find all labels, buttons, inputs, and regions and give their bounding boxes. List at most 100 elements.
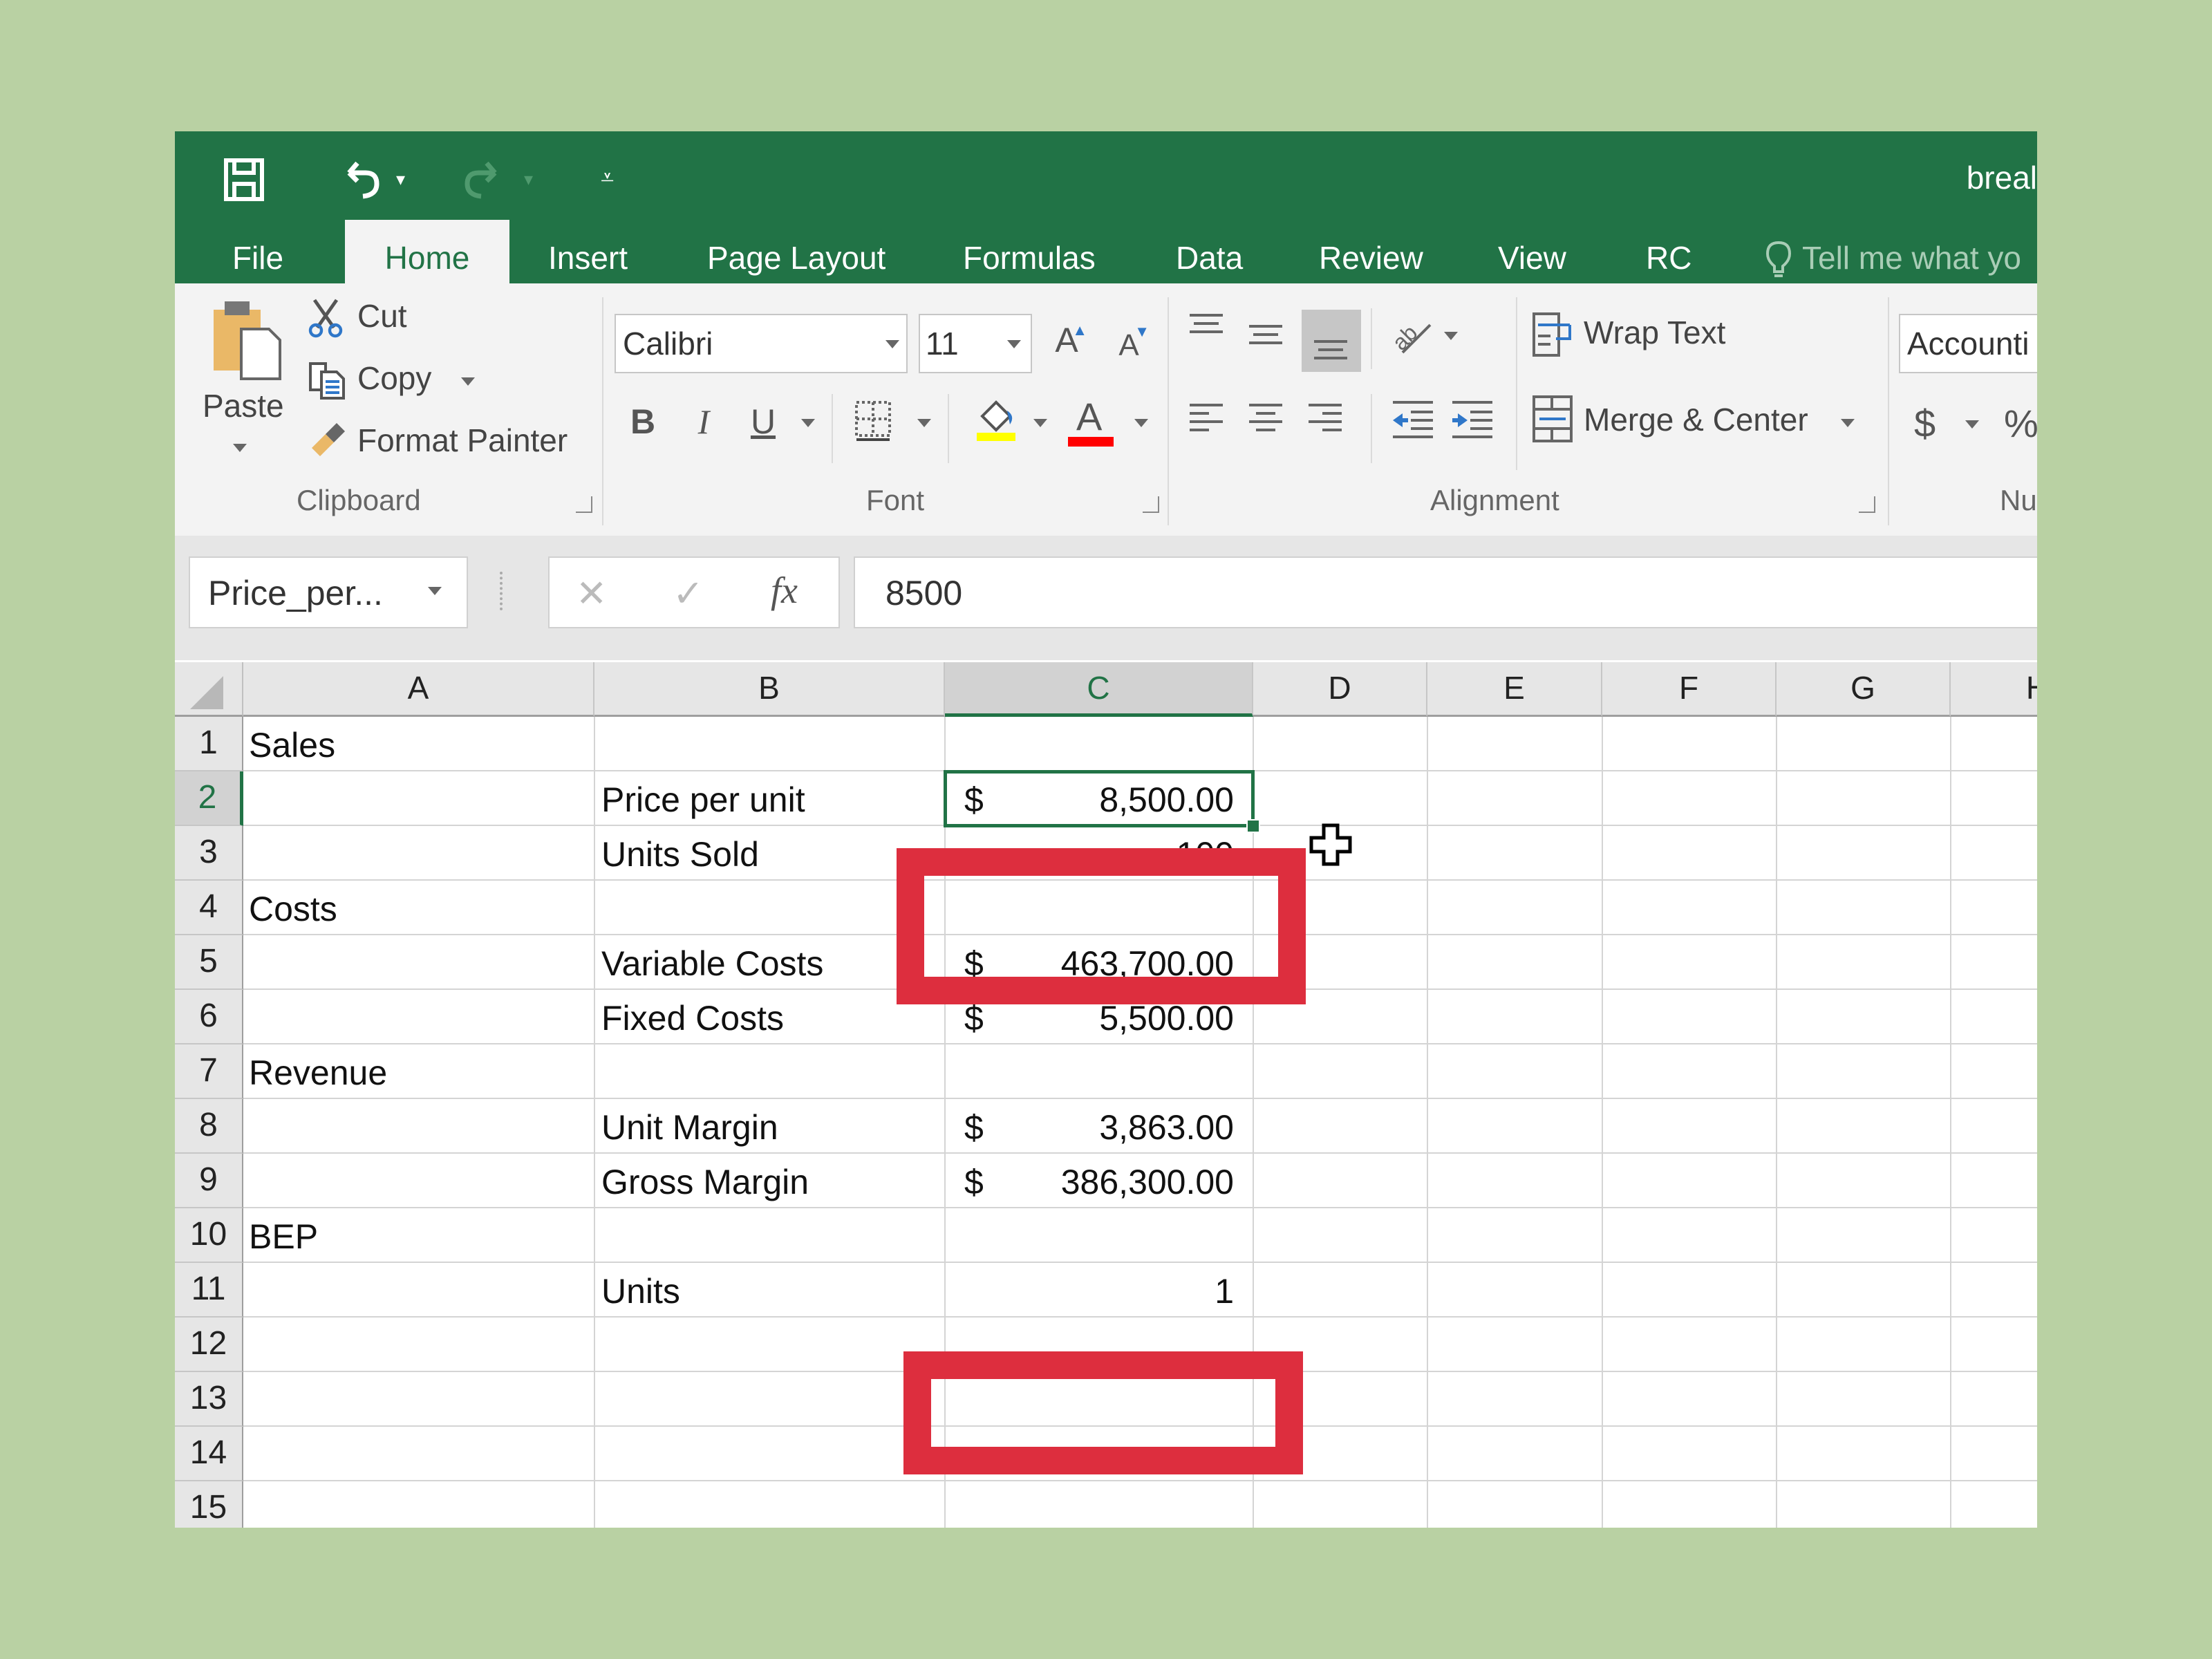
copy-dropdown-icon[interactable] (461, 377, 475, 386)
tab-review[interactable]: Review (1319, 220, 1423, 283)
paste-dropdown-icon[interactable] (233, 444, 247, 452)
row-header-12[interactable]: 12 (175, 1318, 243, 1372)
cell-b9[interactable]: Gross Margin (594, 1154, 945, 1208)
underline-button[interactable]: U (746, 401, 780, 442)
insert-function-icon[interactable]: fx (771, 569, 798, 612)
row-header-10[interactable]: 10 (175, 1208, 243, 1263)
tab-insert[interactable]: Insert (548, 220, 628, 283)
cell-c10[interactable] (945, 1208, 1253, 1263)
align-right-icon[interactable] (1304, 401, 1346, 435)
bottom-align-button[interactable] (1302, 310, 1361, 372)
cell-a6[interactable] (243, 990, 594, 1044)
cell-b7[interactable] (594, 1044, 945, 1099)
row-header-7[interactable]: 7 (175, 1044, 243, 1099)
undo-icon[interactable] (341, 156, 382, 200)
increase-font-size-button[interactable]: A ▲ (1046, 319, 1087, 361)
column-header-e[interactable]: E (1427, 662, 1602, 717)
copy-button[interactable]: Copy (357, 359, 431, 397)
merge-center-dropdown-icon[interactable] (1841, 419, 1855, 427)
column-header-c[interactable]: C (945, 662, 1253, 717)
redo-icon[interactable] (462, 156, 503, 200)
cell-b2[interactable]: Price per unit (594, 771, 945, 826)
redo-dropdown-icon[interactable]: ▾ (524, 169, 533, 190)
tab-formulas[interactable]: Formulas (963, 220, 1096, 283)
underline-dropdown-icon[interactable] (801, 419, 815, 427)
name-box[interactable]: Price_per... (189, 556, 468, 628)
paste-icon[interactable] (208, 299, 291, 382)
row-header-6[interactable]: 6 (175, 990, 243, 1044)
row-header-3[interactable]: 3 (175, 826, 243, 881)
increase-indent-icon[interactable] (1448, 398, 1497, 440)
font-dialog-launcher-icon[interactable] (1143, 496, 1159, 513)
row-header-2[interactable]: 2 (175, 771, 243, 826)
cell-c9[interactable]: $386,300.00 (945, 1154, 1253, 1208)
tab-file[interactable]: File (175, 220, 341, 283)
accounting-format-button[interactable]: $ (1914, 401, 1936, 446)
cell-a14[interactable] (243, 1427, 594, 1481)
borders-icon[interactable] (852, 398, 894, 444)
cell-a5[interactable] (243, 935, 594, 990)
font-color-dropdown-icon[interactable] (1134, 419, 1148, 427)
cell-a13[interactable] (243, 1372, 594, 1427)
bold-button[interactable]: B (626, 401, 660, 442)
column-header-g[interactable]: G (1777, 662, 1951, 717)
save-icon[interactable] (223, 158, 265, 202)
row-header-5[interactable]: 5 (175, 935, 243, 990)
tab-view[interactable]: View (1498, 220, 1566, 283)
paste-label[interactable]: Paste (203, 387, 284, 424)
cut-button[interactable]: Cut (357, 297, 407, 335)
clipboard-dialog-launcher-icon[interactable] (576, 496, 592, 513)
select-all-button[interactable] (175, 662, 243, 717)
cell-a12[interactable] (243, 1318, 594, 1372)
cell-b3[interactable]: Units Sold (594, 826, 945, 881)
font-size-dropdown[interactable]: 11 (919, 314, 1032, 373)
row-header-4[interactable]: 4 (175, 881, 243, 935)
cell-c1[interactable] (945, 717, 1253, 771)
accounting-format-dropdown-icon[interactable] (1965, 420, 1979, 429)
cell-a1[interactable]: Sales (243, 717, 594, 771)
percent-style-button[interactable]: % (2004, 401, 2037, 446)
cell-c11[interactable]: 1 (945, 1263, 1253, 1318)
cell-b5[interactable]: Variable Costs (594, 935, 945, 990)
font-name-dropdown[interactable]: Calibri (615, 314, 908, 373)
tab-rc[interactable]: RC (1646, 220, 1691, 283)
cell-b8[interactable]: Unit Margin (594, 1099, 945, 1154)
decrease-font-size-button[interactable]: A ▼ (1108, 323, 1150, 366)
cell-c15[interactable] (945, 1481, 1253, 1528)
cell-a4[interactable]: Costs (243, 881, 594, 935)
cell-a2[interactable] (243, 771, 594, 826)
cell-b11[interactable]: Units (594, 1263, 945, 1318)
column-header-f[interactable]: F (1602, 662, 1777, 717)
tab-page-layout[interactable]: Page Layout (707, 220, 885, 283)
cell-a10[interactable]: BEP (243, 1208, 594, 1263)
formula-input[interactable]: 8500 (854, 556, 2037, 628)
tell-me-search[interactable]: Tell me what yo (1765, 220, 2021, 283)
cell-a15[interactable] (243, 1481, 594, 1528)
font-color-button[interactable]: A (1068, 394, 1114, 447)
row-header-15[interactable]: 15 (175, 1481, 243, 1528)
cell-a7[interactable]: Revenue (243, 1044, 594, 1099)
column-header-b[interactable]: B (594, 662, 945, 717)
tab-data[interactable]: Data (1176, 220, 1243, 283)
customize-qat-icon[interactable]: ⩡ (601, 165, 614, 191)
borders-dropdown-icon[interactable] (917, 419, 931, 427)
tab-home[interactable]: Home (345, 220, 509, 283)
align-center-icon[interactable] (1245, 401, 1286, 435)
cell-a3[interactable] (243, 826, 594, 881)
column-header-a[interactable]: A (243, 662, 594, 717)
cell-b12[interactable] (594, 1318, 945, 1372)
column-header-d[interactable]: D (1253, 662, 1427, 717)
cut-icon[interactable] (306, 297, 345, 339)
cell-b4[interactable] (594, 881, 945, 935)
align-left-icon[interactable] (1185, 401, 1227, 435)
row-header-13[interactable]: 13 (175, 1372, 243, 1427)
row-header-11[interactable]: 11 (175, 1263, 243, 1318)
row-header-1[interactable]: 1 (175, 717, 243, 771)
middle-align-icon[interactable] (1245, 322, 1286, 350)
cell-a8[interactable] (243, 1099, 594, 1154)
decrease-indent-icon[interactable] (1389, 398, 1437, 440)
row-header-8[interactable]: 8 (175, 1099, 243, 1154)
undo-dropdown-icon[interactable]: ▾ (396, 169, 405, 190)
format-painter-icon[interactable] (306, 418, 350, 462)
copy-icon[interactable] (306, 359, 348, 401)
